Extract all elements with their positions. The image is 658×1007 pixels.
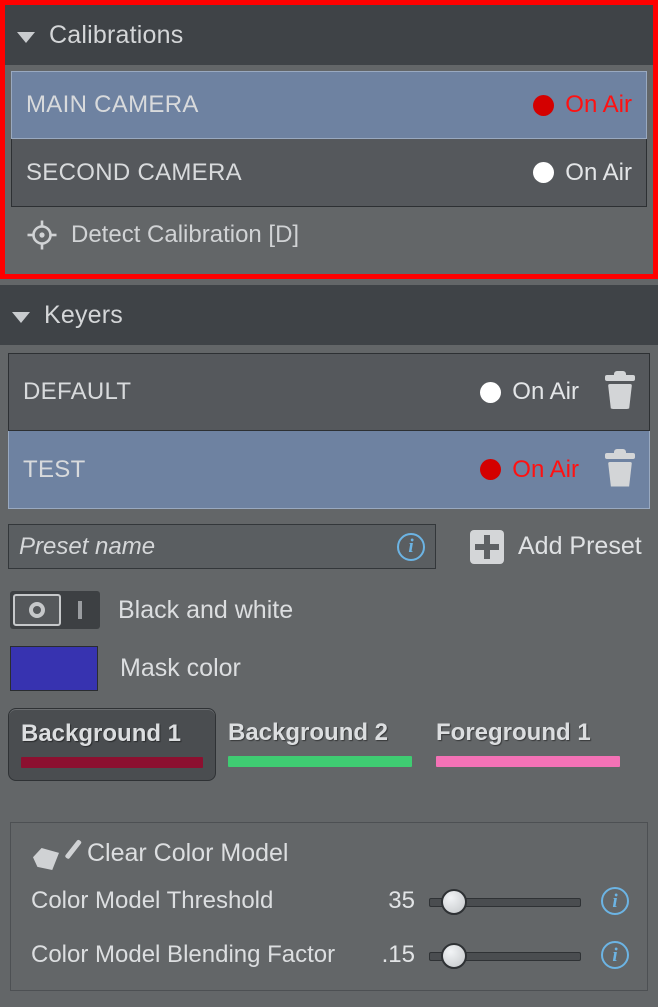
tab-foreground-1[interactable]: Foreground 1: [424, 708, 632, 781]
add-preset-label: Add Preset: [518, 532, 642, 561]
calibration-name: SECOND CAMERA: [26, 159, 533, 187]
keyers-title: Keyers: [44, 301, 123, 330]
mask-color-label: Mask color: [120, 654, 241, 683]
tab-color-bar: [21, 757, 203, 768]
mask-color-row: Mask color: [10, 646, 241, 691]
on-air-toggle[interactable]: On Air: [480, 378, 579, 406]
black-and-white-row: Black and white: [10, 591, 293, 629]
tab-background-1[interactable]: Background 1: [8, 708, 216, 781]
add-preset-button[interactable]: Add Preset: [470, 530, 642, 564]
toggle-knob-off-icon: [13, 594, 61, 626]
preset-name-placeholder: Preset name: [19, 533, 397, 561]
clear-color-model-label: Clear Color Model: [87, 839, 288, 868]
preset-row: Preset name i Add Preset: [8, 524, 650, 569]
crosshair-icon: [27, 220, 57, 250]
tab-label: Foreground 1: [436, 719, 620, 747]
plus-icon: [470, 530, 504, 564]
layer-tabs: Background 1 Background 2 Foreground 1: [8, 708, 650, 781]
keyer-name: DEFAULT: [23, 378, 480, 406]
tab-background-2[interactable]: Background 2: [216, 708, 424, 781]
calibration-row-second-camera[interactable]: SECOND CAMERA On Air: [11, 139, 647, 207]
color-model-blending-factor-row: Color Model Blending Factor .15 i: [11, 931, 647, 979]
on-air-indicator-icon: [533, 95, 554, 116]
on-air-toggle[interactable]: On Air: [533, 91, 632, 119]
tab-label: Background 1: [21, 720, 203, 748]
on-air-label: On Air: [565, 159, 632, 187]
calibrations-title: Calibrations: [49, 21, 183, 50]
toggle-on-marker-icon: [78, 601, 82, 619]
calibrations-body: MAIN CAMERA On Air SECOND CAMERA On Air: [5, 65, 653, 263]
keyers-body: DEFAULT On Air TEST On Air: [0, 345, 658, 509]
on-air-label: On Air: [512, 378, 579, 406]
on-air-indicator-icon: [480, 459, 501, 480]
trash-icon[interactable]: [605, 375, 635, 409]
clear-color-model-button[interactable]: Clear Color Model: [11, 823, 647, 871]
keyer-row-default[interactable]: DEFAULT On Air: [8, 353, 650, 431]
tab-color-bar: [436, 756, 620, 767]
on-air-indicator-icon: [480, 382, 501, 403]
keyers-section: Keyers DEFAULT On Air TEST On Air: [0, 285, 658, 509]
calibration-name: MAIN CAMERA: [26, 91, 533, 119]
slider-value: .15: [369, 941, 415, 969]
caret-down-icon[interactable]: [17, 32, 35, 43]
slider-knob[interactable]: [441, 889, 467, 915]
keyer-name: TEST: [23, 456, 480, 484]
color-model-threshold-row: Color Model Threshold 35 i: [11, 877, 647, 925]
calibrations-header[interactable]: Calibrations: [5, 5, 653, 65]
mask-color-swatch[interactable]: [10, 646, 98, 691]
color-model-panel: Clear Color Model Color Model Threshold …: [10, 822, 648, 991]
on-air-indicator-icon: [533, 162, 554, 183]
info-icon[interactable]: i: [601, 887, 629, 915]
black-and-white-label: Black and white: [118, 596, 293, 625]
slider-label: Color Model Blending Factor: [31, 941, 335, 969]
on-air-label: On Air: [565, 91, 632, 119]
info-icon[interactable]: i: [397, 533, 425, 561]
preset-name-input[interactable]: Preset name i: [8, 524, 436, 569]
calibrations-section-highlight: Calibrations MAIN CAMERA On Air SECOND C…: [0, 0, 658, 279]
slider-knob[interactable]: [441, 943, 467, 969]
info-icon[interactable]: i: [601, 941, 629, 969]
slider-label: Color Model Threshold: [31, 887, 273, 915]
calibration-row-main-camera[interactable]: MAIN CAMERA On Air: [11, 71, 647, 139]
caret-down-icon[interactable]: [12, 312, 30, 323]
tab-color-bar: [228, 756, 412, 767]
trash-icon[interactable]: [605, 453, 635, 487]
on-air-toggle[interactable]: On Air: [480, 456, 579, 484]
black-and-white-toggle[interactable]: [10, 591, 100, 629]
keyers-header[interactable]: Keyers: [0, 285, 658, 345]
keying-panel: Calibrations MAIN CAMERA On Air SECOND C…: [0, 0, 658, 1007]
color-model-blending-factor-slider[interactable]: [429, 944, 581, 966]
broom-icon: [31, 835, 71, 871]
on-air-label: On Air: [512, 456, 579, 484]
tab-label: Background 2: [228, 719, 412, 747]
detect-calibration-label: Detect Calibration [D]: [71, 221, 299, 249]
slider-value: 35: [369, 887, 415, 915]
detect-calibration-button[interactable]: Detect Calibration [D]: [11, 207, 647, 263]
on-air-toggle[interactable]: On Air: [533, 159, 632, 187]
keyer-row-test[interactable]: TEST On Air: [8, 431, 650, 509]
color-model-threshold-slider[interactable]: [429, 890, 581, 912]
